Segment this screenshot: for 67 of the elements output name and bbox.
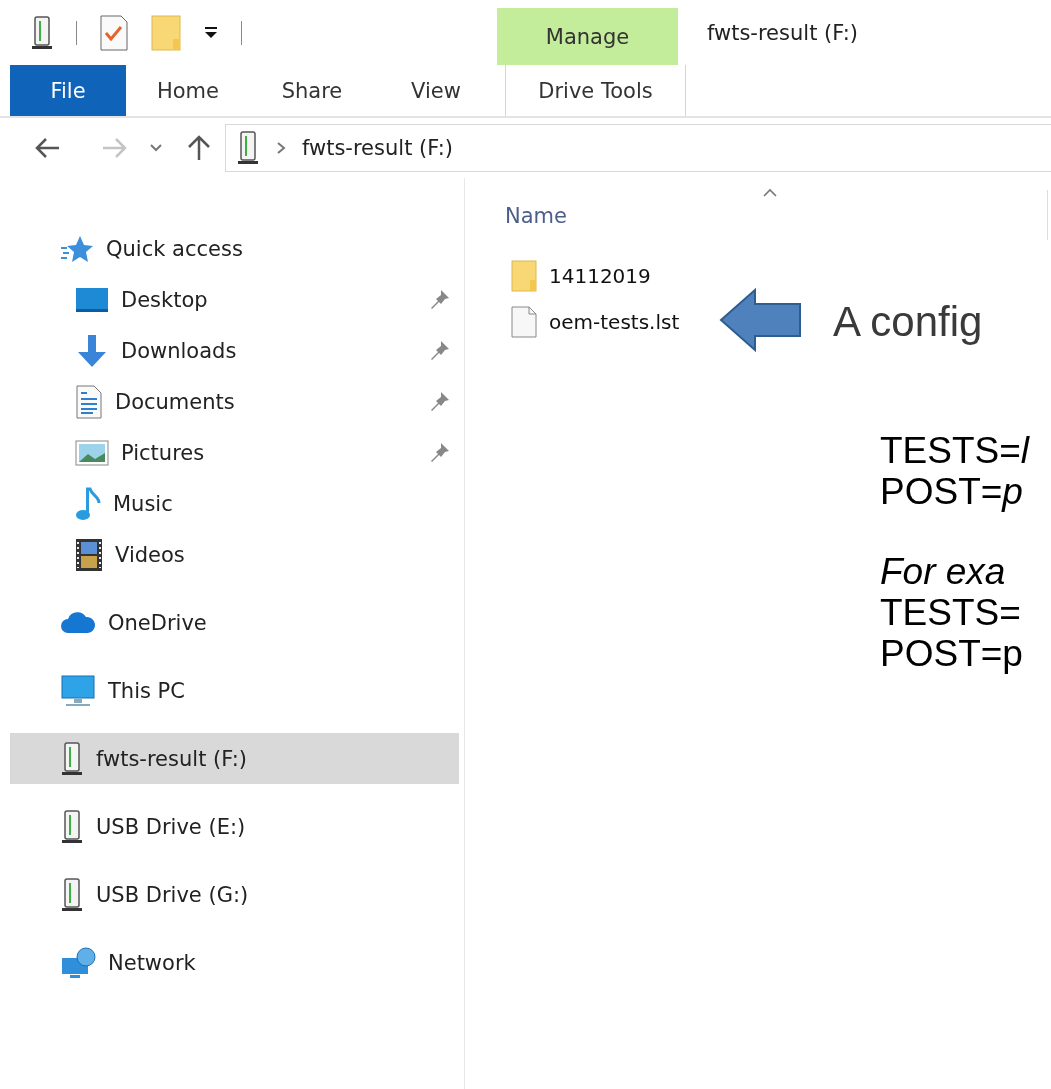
nav-label: Quick access xyxy=(106,236,243,261)
nav-item[interactable]: Videos xyxy=(10,529,459,580)
monitor-icon xyxy=(60,673,96,708)
desktop-icon xyxy=(75,285,109,314)
ribbon-tab[interactable]: View xyxy=(374,65,498,116)
breadcrumb[interactable]: fwts-result (F:) xyxy=(302,136,453,160)
cloud-icon xyxy=(60,610,96,635)
nav-item[interactable]: Quick access xyxy=(10,223,459,274)
nav-label: fwts-result (F:) xyxy=(96,746,247,771)
nav-item[interactable]: Downloads xyxy=(10,325,459,376)
nav-label: Pictures xyxy=(121,440,205,465)
nav-item[interactable]: This PC xyxy=(10,665,459,716)
context-tab-group: Manage xyxy=(497,8,678,65)
music-note-icon xyxy=(75,486,101,521)
nav-label: Documents xyxy=(115,389,235,414)
film-icon xyxy=(75,537,103,572)
nav-item[interactable]: Desktop xyxy=(10,274,459,325)
file-item[interactable]: oem-tests.lst xyxy=(505,299,711,345)
nav-label: OneDrive xyxy=(108,610,207,635)
drive-icon xyxy=(236,130,260,166)
nav-label: This PC xyxy=(108,678,185,703)
back-icon[interactable] xyxy=(35,137,61,159)
drive-icon xyxy=(60,876,84,913)
nav-item[interactable]: USB Drive (G:) xyxy=(10,869,459,920)
nav-label: Music xyxy=(113,491,173,516)
window-title: fwts-result (F:) xyxy=(707,20,858,45)
annotation-text: A config xyxy=(833,298,983,346)
nav-item[interactable]: OneDrive xyxy=(10,597,459,648)
nav-label: Downloads xyxy=(121,338,237,363)
file-icon xyxy=(511,306,537,338)
properties-icon[interactable] xyxy=(99,14,129,51)
nav-label: USB Drive (G:) xyxy=(96,882,249,907)
nav-item[interactable]: Music xyxy=(10,478,459,529)
nav-item[interactable]: Documents xyxy=(10,376,459,427)
annotation-line: POST=p xyxy=(880,471,1024,512)
up-icon[interactable] xyxy=(187,135,211,161)
chevron-down-icon[interactable] xyxy=(149,143,163,153)
nav-item[interactable]: Pictures xyxy=(10,427,459,478)
nav-label: Desktop xyxy=(121,287,208,312)
drive-icon xyxy=(60,808,84,845)
annotation-line: TESTS= xyxy=(880,592,1022,633)
address-bar[interactable]: fwts-result (F:) xyxy=(225,124,1051,172)
nav-item[interactable]: fwts-result (F:) xyxy=(10,733,459,784)
file-tab[interactable]: File xyxy=(10,65,126,116)
nav-label: USB Drive (E:) xyxy=(96,814,246,839)
nav-label: Network xyxy=(108,950,196,975)
down-arrow-icon xyxy=(75,333,109,368)
drive-icon xyxy=(60,740,84,777)
chevron-right-icon xyxy=(276,141,286,155)
folder-icon xyxy=(511,260,537,292)
file-item[interactable]: 14112019 xyxy=(505,253,711,299)
nav-item[interactable]: Network xyxy=(10,937,459,988)
annotation-line: TESTS=l xyxy=(880,430,1030,471)
context-tab[interactable]: Drive Tools xyxy=(505,65,686,116)
column-header[interactable]: Name xyxy=(505,178,805,253)
picture-icon xyxy=(75,439,109,466)
left-arrow-icon xyxy=(719,288,803,352)
ribbon-tab[interactable]: Home xyxy=(126,65,250,116)
document-icon xyxy=(75,384,103,419)
annotation-line: POST=p xyxy=(880,633,1024,674)
dropdown-icon[interactable] xyxy=(203,25,219,40)
annotation-line: For exa xyxy=(880,551,1007,592)
nav-label: Videos xyxy=(115,542,185,567)
nav-item[interactable]: USB Drive (E:) xyxy=(10,801,459,852)
drive-icon[interactable] xyxy=(30,14,54,51)
network-icon xyxy=(60,945,96,980)
ribbon-tab[interactable]: Share xyxy=(250,65,374,116)
